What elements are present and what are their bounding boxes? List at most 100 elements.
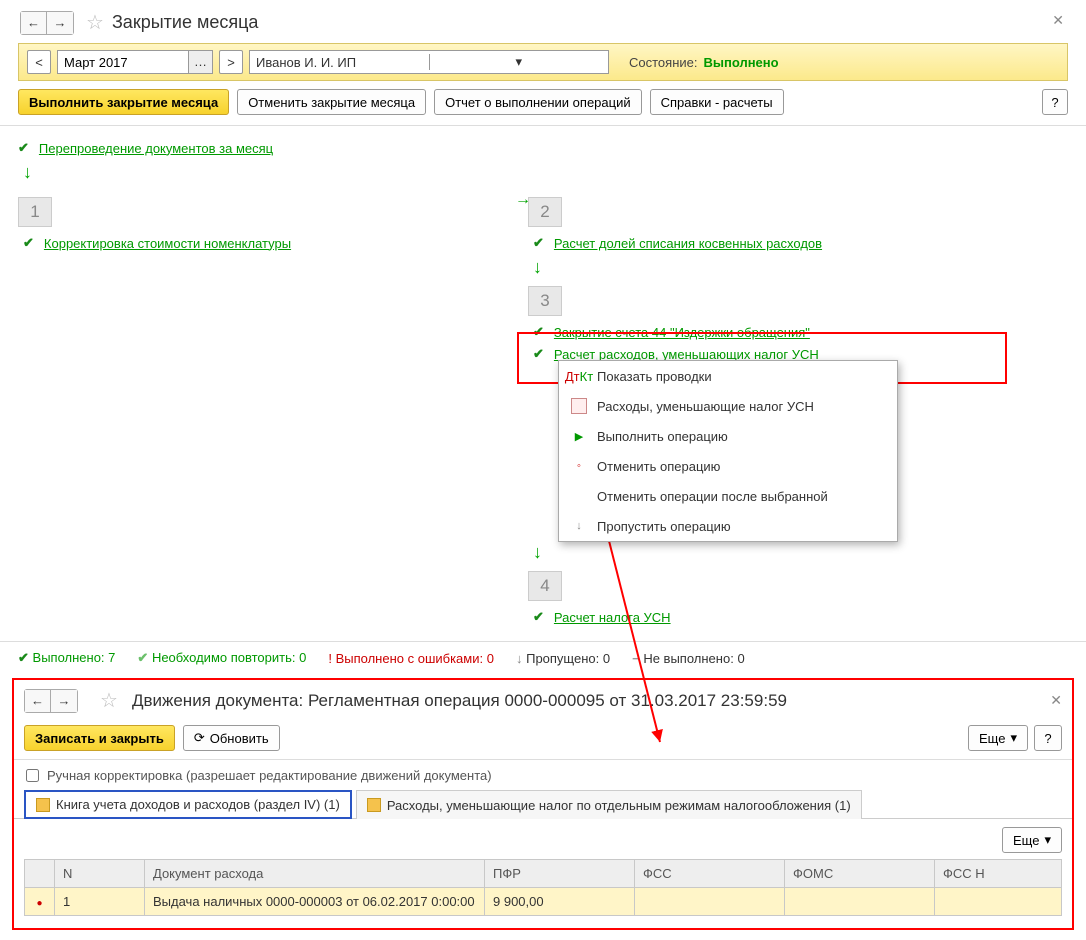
step-3-badge: 3 xyxy=(528,286,562,316)
period-picker-button[interactable]: … xyxy=(188,51,212,73)
manual-edit-row: Ручная корректировка (разрешает редактир… xyxy=(14,760,1072,789)
errors-count: 0 xyxy=(487,651,494,666)
table-header-row: N Документ расхода ПФР ФСС ФОМС ФСС Н xyxy=(25,860,1062,888)
menu-cancel-after[interactable]: Отменить операции после выбранной xyxy=(559,481,897,511)
close-icon[interactable]: ✕ xyxy=(1052,12,1064,29)
menu-item-label: Отменить операции после выбранной xyxy=(597,489,828,504)
check-icon: ✔ xyxy=(18,650,29,665)
cell-n: 1 xyxy=(55,888,145,916)
skipped-count: 0 xyxy=(603,651,610,666)
run-icon: ▶ xyxy=(571,428,587,444)
check-icon: ✔ xyxy=(533,346,544,362)
table-more-button[interactable]: Еще ▾ xyxy=(1002,827,1062,853)
menu-item-label: Отменить операцию xyxy=(597,459,720,474)
table-row[interactable]: ● 1 Выдача наличных 0000-000003 от 06.02… xyxy=(25,888,1062,916)
section-toolbar: Записать и закрыть ⟳ Обновить Еще ▾ ? xyxy=(14,719,1072,760)
repost-link[interactable]: Перепроведение документов за месяц xyxy=(39,141,273,156)
manual-edit-checkbox[interactable] xyxy=(26,769,39,782)
chevron-down-icon[interactable]: ▾ xyxy=(429,54,609,70)
menu-skip-op[interactable]: ↓ Пропустить операцию xyxy=(559,511,897,541)
arrow-down-icon: ↓ xyxy=(533,257,1018,278)
action-toolbar: Выполнить закрытие месяца Отменить закры… xyxy=(0,81,1086,126)
dtkt-icon: ДтКт xyxy=(571,368,587,384)
step-2-badge: 2 xyxy=(528,197,562,227)
check-icon: ✔ xyxy=(533,235,544,251)
help-button[interactable]: ? xyxy=(1034,725,1062,751)
nav-forward-button[interactable]: → xyxy=(47,12,73,34)
tab-label: Книга учета доходов и расходов (раздел I… xyxy=(56,797,340,812)
org-select[interactable]: Иванов И. И. ИП ▾ xyxy=(249,50,609,74)
repeat-count: 0 xyxy=(299,650,306,665)
blank-icon xyxy=(571,488,587,504)
skip-icon: ↓ xyxy=(571,518,587,534)
col-foms[interactable]: ФОМС xyxy=(785,860,935,888)
menu-expenses[interactable]: Расходы, уменьшающие налог УСН xyxy=(559,391,897,421)
done-count: 7 xyxy=(108,650,115,665)
movements-table: N Документ расхода ПФР ФСС ФОМС ФСС Н ● … xyxy=(24,859,1062,916)
tab-book-section4[interactable]: Книга учета доходов и расходов (раздел I… xyxy=(24,790,352,819)
ledger-icon xyxy=(36,798,50,812)
header-row: ← → ☆ Закрытие месяца ✕ xyxy=(0,0,1086,43)
done-label: Выполнено: xyxy=(33,650,105,665)
page-title: Закрытие месяца xyxy=(112,12,258,33)
col-doc[interactable]: Документ расхода xyxy=(145,860,485,888)
menu-item-label: Пропустить операцию xyxy=(597,519,731,534)
cell-doc: Выдача наличных 0000-000003 от 06.02.201… xyxy=(145,888,485,916)
menu-cancel-op[interactable]: ◦ Отменить операцию xyxy=(559,451,897,481)
col-n[interactable]: N xyxy=(55,860,145,888)
ledger-icon xyxy=(367,798,381,812)
step4-item1-link[interactable]: Расчет налога УСН xyxy=(554,610,671,625)
tab-expenses[interactable]: Расходы, уменьшающие налог по отдельным … xyxy=(356,790,862,819)
check-icon: ✔ xyxy=(18,140,29,156)
check-icon: ✔ xyxy=(533,609,544,625)
context-menu: ДтКт Показать проводки Расходы, уменьшаю… xyxy=(558,360,898,542)
section-title-row: ← → ☆ Движения документа: Регламентная о… xyxy=(14,680,1072,719)
repost-row: ✔ Перепроведение документов за месяц xyxy=(18,140,1068,156)
step2-item1-link[interactable]: Расчет долей списания косвенных расходов xyxy=(554,236,822,251)
close-icon[interactable]: ✕ xyxy=(1050,692,1062,709)
period-next-button[interactable]: > xyxy=(219,50,243,74)
period-input[interactable] xyxy=(58,51,188,73)
report-button[interactable]: Отчет о выполнении операций xyxy=(434,89,642,115)
period-prev-button[interactable]: < xyxy=(27,50,51,74)
cell-fss xyxy=(635,888,785,916)
pending-label: Не выполнено: xyxy=(643,651,733,666)
refresh-button[interactable]: ⟳ Обновить xyxy=(183,725,280,751)
skip-icon: ↓ xyxy=(516,651,523,666)
help-button[interactable]: ? xyxy=(1042,89,1068,115)
favorite-icon[interactable]: ☆ xyxy=(86,10,104,35)
check-icon: ✔ xyxy=(23,235,34,251)
more-label: Еще xyxy=(979,731,1005,746)
col-fss[interactable]: ФСС xyxy=(635,860,785,888)
status-label: Состояние: xyxy=(629,55,697,70)
nav-back-button[interactable]: ← xyxy=(25,690,51,712)
run-closing-button[interactable]: Выполнить закрытие месяца xyxy=(18,89,229,115)
nav-forward-button[interactable]: → xyxy=(51,690,77,712)
menu-run-op[interactable]: ▶ Выполнить операцию xyxy=(559,421,897,451)
process-area: ✔ Перепроведение документов за месяц ↓ →… xyxy=(0,126,1086,641)
period-field[interactable]: … xyxy=(57,50,213,74)
step1-item1-link[interactable]: Корректировка стоимости номенклатуры xyxy=(44,236,291,251)
references-button[interactable]: Справки - расчеты xyxy=(650,89,784,115)
skipped-label: Пропущено: xyxy=(526,651,599,666)
cancel-closing-button[interactable]: Отменить закрытие месяца xyxy=(237,89,426,115)
menu-item-label: Расходы, уменьшающие налог УСН xyxy=(597,399,814,414)
cell-fssn xyxy=(935,888,1062,916)
nav-back-button[interactable]: ← xyxy=(21,12,47,34)
col-pfr[interactable]: ПФР xyxy=(485,860,635,888)
menu-show-entries[interactable]: ДтКт Показать проводки xyxy=(559,361,897,391)
favorite-icon[interactable]: ☆ xyxy=(100,688,118,713)
col-fssn[interactable]: ФСС Н xyxy=(935,860,1062,888)
section-title: Движения документа: Регламентная операци… xyxy=(132,691,787,711)
save-close-button[interactable]: Записать и закрыть xyxy=(24,725,175,751)
org-value: Иванов И. И. ИП xyxy=(250,55,429,70)
cancel-icon: ◦ xyxy=(571,458,587,474)
check-icon: ✔ xyxy=(533,324,544,340)
step3-item1-link[interactable]: Закрытие счета 44 "Издержки обращения" xyxy=(554,325,810,340)
summary-bar: ✔ Выполнено: 7 ✔ Необходимо повторить: 0… xyxy=(0,641,1086,674)
more-button[interactable]: Еще ▾ xyxy=(968,725,1028,751)
nav-group: ← → xyxy=(24,689,78,713)
tabs: Книга учета доходов и расходов (раздел I… xyxy=(14,789,1072,819)
document-icon xyxy=(571,398,587,414)
movements-panel: ← → ☆ Движения документа: Регламентная о… xyxy=(12,678,1074,930)
